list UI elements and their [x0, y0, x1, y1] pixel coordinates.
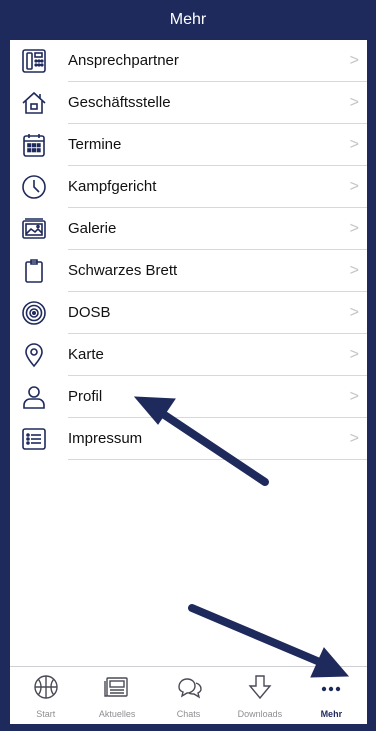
tab-label: Start [36, 709, 56, 719]
menu-item-label: Impressum [68, 430, 143, 447]
tab-label: Downloads [237, 709, 283, 719]
tab-label: Aktuelles [98, 709, 136, 719]
target-icon [20, 299, 48, 327]
chevron-right-icon: > [349, 346, 359, 363]
menu-item-geschaeftsstelle[interactable]: Geschäftsstelle > [10, 82, 367, 124]
menu-item-label: Geschäftsstelle [68, 94, 171, 111]
tab-bar: Start Aktuelles Chats Downloads Mehr [10, 666, 367, 724]
map-pin-icon [20, 341, 48, 369]
chevron-right-icon: > [349, 220, 359, 237]
menu-item-schwarzes-brett[interactable]: Schwarzes Brett > [10, 250, 367, 292]
nav-header: Mehr [0, 0, 376, 40]
menu-item-label: Kampfgericht [68, 178, 157, 195]
chevron-right-icon: > [349, 430, 359, 447]
chat-bubbles-icon [174, 673, 204, 706]
menu-item-impressum[interactable]: Impressum > [10, 418, 367, 460]
menu-item-profil[interactable]: Profil > [10, 376, 367, 418]
menu-item-label: Profil [68, 388, 103, 405]
user-icon [20, 383, 48, 411]
tab-chats[interactable]: Chats [153, 667, 224, 724]
menu-item-label: Ansprechpartner [68, 52, 179, 69]
content-panel: Ansprechpartner > Geschäftsstelle > Term… [10, 40, 367, 724]
menu-item-label: Schwarzes Brett [68, 262, 178, 279]
newspaper-icon [102, 673, 132, 706]
tab-label: Chats [176, 709, 201, 719]
menu-item-label: Karte [68, 346, 104, 363]
menu-item-label: Termine [68, 136, 122, 153]
menu-item-galerie[interactable]: Galerie > [10, 208, 367, 250]
download-arrow-icon [245, 673, 275, 706]
menu-list: Ansprechpartner > Geschäftsstelle > Term… [10, 40, 367, 460]
chevron-right-icon: > [349, 94, 359, 111]
page-title: Mehr [169, 11, 207, 28]
menu-item-dosb[interactable]: DOSB > [10, 292, 367, 334]
phonebook-icon [20, 47, 48, 75]
tab-aktuelles[interactable]: Aktuelles [81, 667, 152, 724]
basketball-icon [31, 673, 61, 706]
tab-mehr[interactable]: Mehr [296, 667, 367, 724]
divider [68, 459, 367, 460]
tab-downloads[interactable]: Downloads [224, 667, 295, 724]
menu-item-termine[interactable]: Termine > [10, 124, 367, 166]
menu-item-kampfgericht[interactable]: Kampfgericht > [10, 166, 367, 208]
chevron-right-icon: > [349, 388, 359, 405]
menu-item-label: DOSB [68, 304, 111, 321]
menu-item-label: Galerie [68, 220, 117, 237]
more-dots-icon [316, 673, 346, 706]
chevron-right-icon: > [349, 136, 359, 153]
tab-label: Mehr [320, 709, 343, 719]
tab-start[interactable]: Start [10, 667, 81, 724]
chevron-right-icon: > [349, 304, 359, 321]
menu-item-ansprechpartner[interactable]: Ansprechpartner > [10, 40, 367, 82]
menu-item-karte[interactable]: Karte > [10, 334, 367, 376]
chevron-right-icon: > [349, 262, 359, 279]
gallery-icon [20, 215, 48, 243]
calendar-icon [20, 131, 48, 159]
list-icon [20, 425, 48, 453]
chevron-right-icon: > [349, 178, 359, 195]
chevron-right-icon: > [349, 52, 359, 69]
clock-icon [20, 173, 48, 201]
home-icon [20, 89, 48, 117]
clipboard-icon [20, 257, 48, 285]
